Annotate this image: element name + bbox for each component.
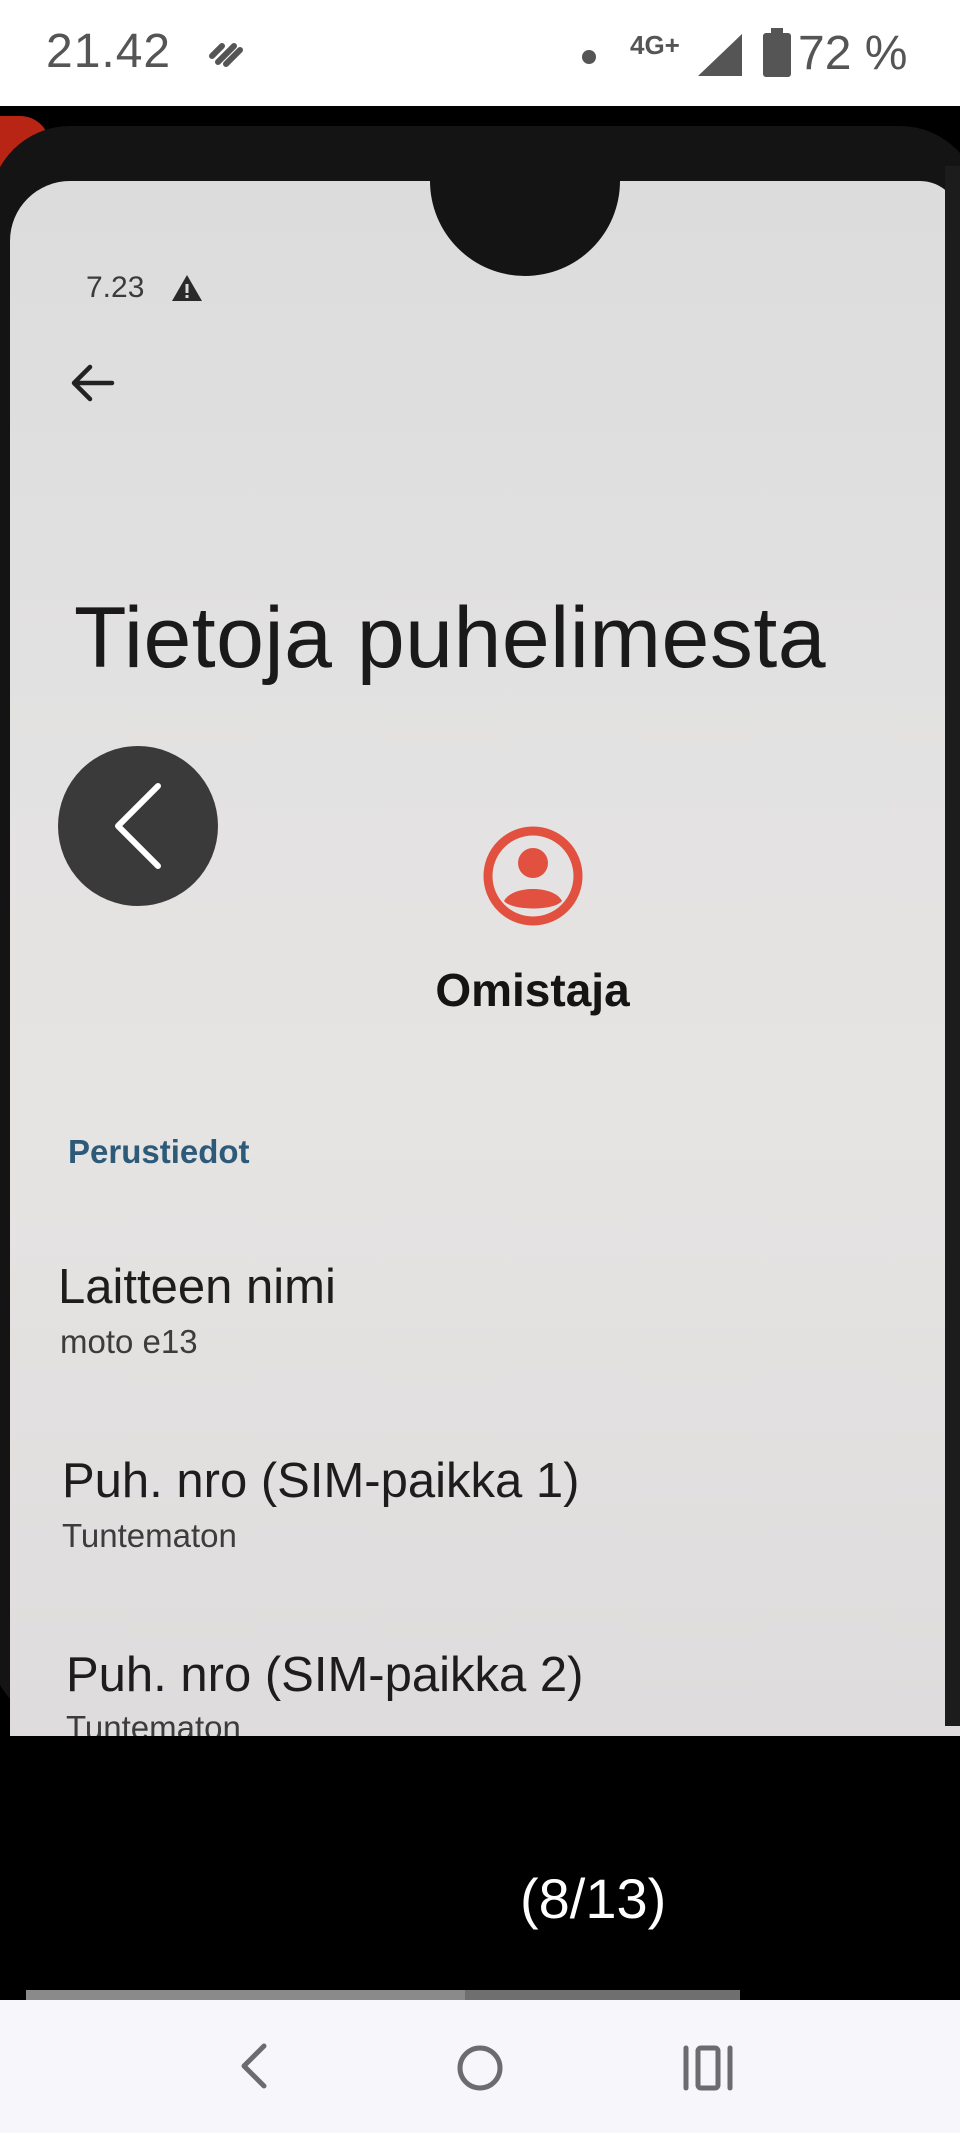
owner-label: Omistaja [435, 964, 630, 1016]
nav-back-icon[interactable] [224, 2036, 284, 2096]
list-item-subtitle: Tuntematon [66, 1709, 241, 1736]
list-item-subtitle: moto e13 [60, 1323, 198, 1360]
list-item-subtitle: Tuntematon [62, 1517, 237, 1554]
photographed-screen: 7.23 Tietoja puhelimesta Omistaja Perust… [10, 181, 960, 1736]
navigation-bar [0, 2000, 960, 2133]
image-progress-fill [26, 1990, 466, 2000]
list-item-title: Puh. nro (SIM-paikka 1) [62, 1454, 580, 1508]
nav-recents-icon[interactable] [676, 2036, 740, 2100]
settings-page-title: Tietoja puhelimesta [74, 590, 827, 686]
photo-view[interactable]: 7.23 Tietoja puhelimesta Omistaja Perust… [0, 106, 960, 1736]
nav-home-icon[interactable] [448, 2036, 512, 2100]
chevron-left-icon [115, 783, 161, 869]
image-counter: (8/13) [520, 1867, 667, 1930]
dot-icon [582, 50, 596, 64]
image-progress-bar [26, 1990, 740, 2000]
status-time: 21.42 [46, 25, 172, 78]
photographed-phone-edge [945, 166, 960, 1726]
section-header: Perustiedot [68, 1133, 250, 1170]
status-bar: 21.42 4G+ 72 % [0, 0, 960, 106]
account-circle-icon [483, 826, 583, 926]
warning-icon [172, 275, 202, 301]
battery-icon [763, 28, 791, 77]
previous-image-button[interactable] [58, 746, 218, 906]
list-item-title: Puh. nro (SIM-paikka 2) [66, 1648, 584, 1702]
network-type: 4G+ [630, 30, 680, 60]
arrow-left-icon [71, 364, 115, 402]
inner-status-time: 7.23 [86, 271, 145, 304]
app-notification-icon [209, 43, 243, 67]
list-item-title: Laitteen nimi [58, 1260, 336, 1314]
signal-icon [698, 34, 742, 76]
battery-percent: 72 % [798, 27, 908, 80]
